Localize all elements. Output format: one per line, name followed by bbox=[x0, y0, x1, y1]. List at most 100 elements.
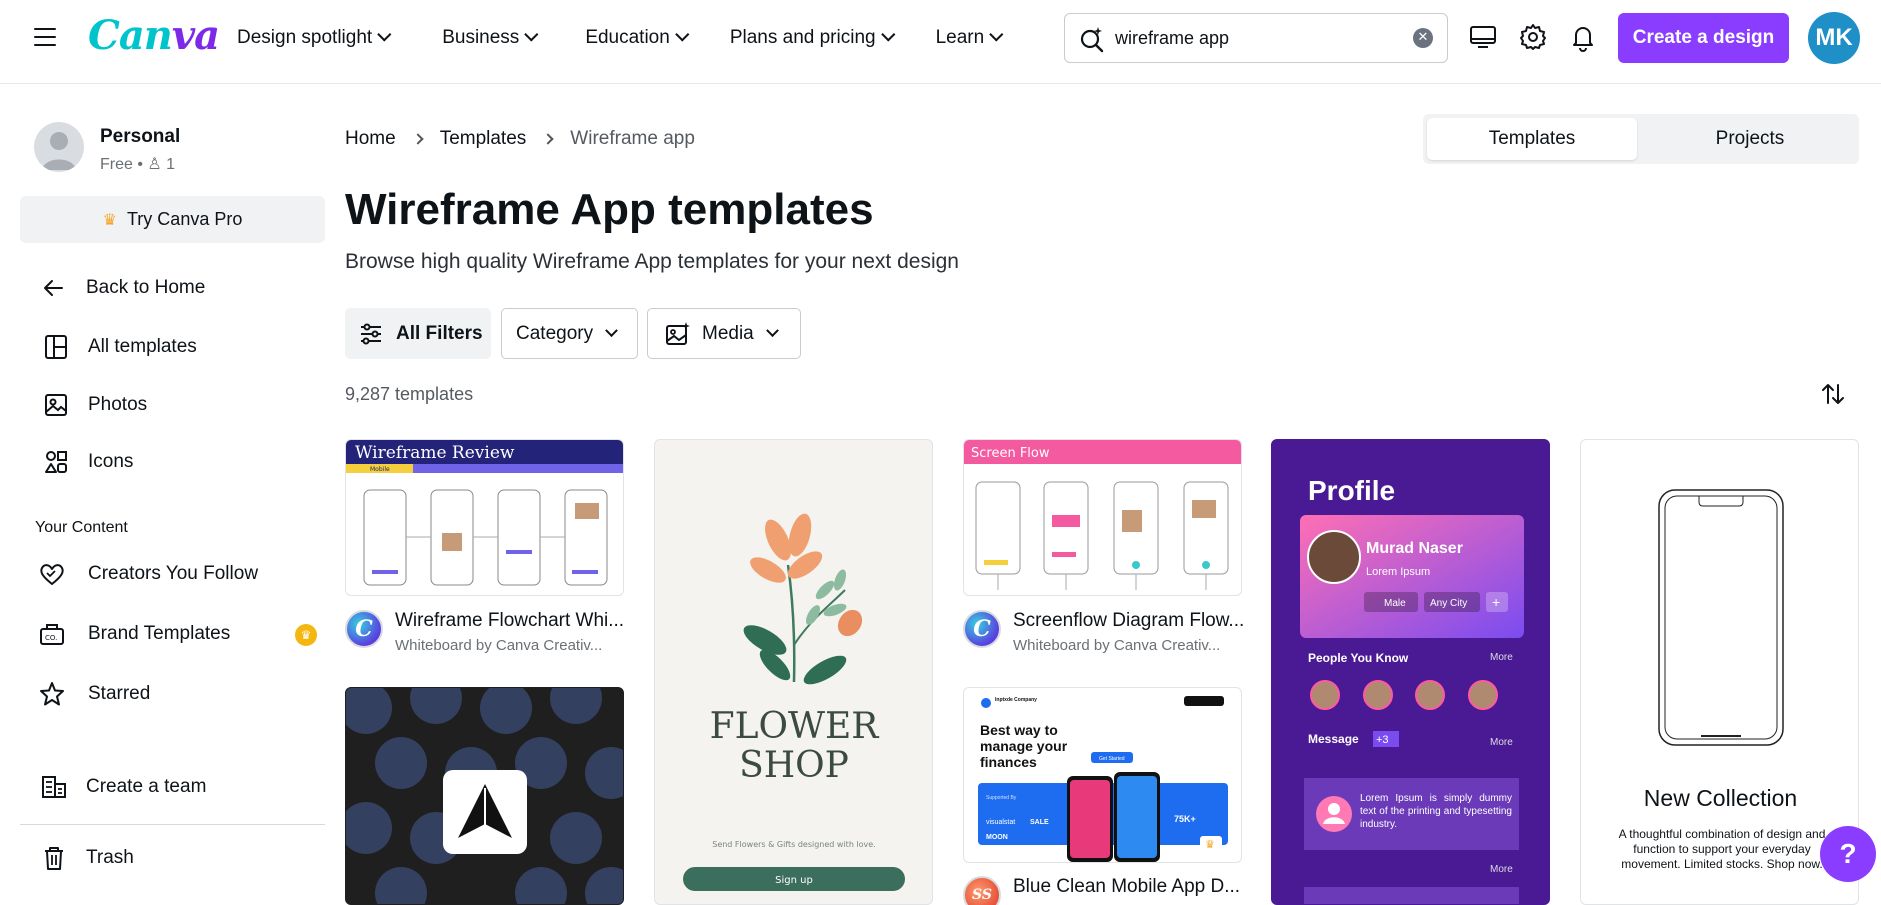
svg-text:visualstat: visualstat bbox=[986, 819, 1015, 826]
nav-business[interactable]: Business bbox=[442, 24, 539, 52]
create-design-button[interactable]: Create a design bbox=[1618, 13, 1789, 63]
arrow-left-icon bbox=[44, 280, 63, 296]
user-avatar[interactable]: MK bbox=[1808, 12, 1860, 64]
team-icon bbox=[42, 776, 66, 798]
main-nav: Design spotlight Business Education Plan… bbox=[237, 24, 1004, 52]
breadcrumb-home[interactable]: Home bbox=[345, 128, 396, 150]
account-name[interactable]: Personal bbox=[100, 126, 180, 148]
help-button[interactable]: ? bbox=[1820, 826, 1876, 882]
sidebar-item-starred[interactable]: Starred bbox=[38, 680, 150, 708]
sidebar-divider bbox=[20, 824, 325, 825]
clear-search-icon[interactable]: ✕ bbox=[1413, 28, 1433, 48]
menu-icon[interactable] bbox=[34, 28, 56, 48]
svg-text:Send Flowers & Gifts designed: Send Flowers & Gifts designed with love. bbox=[712, 840, 876, 849]
trash-icon bbox=[45, 847, 63, 870]
sidebar-item-label: Creators You Follow bbox=[88, 563, 259, 584]
templates-icon bbox=[45, 335, 67, 359]
sort-icon[interactable] bbox=[1820, 381, 1846, 407]
template-card-profile[interactable]: Profile Murad Naser Lorem Ipsum Male Any… bbox=[1271, 439, 1550, 905]
svg-text:Murad Naser: Murad Naser bbox=[1366, 540, 1463, 557]
template-card-dark-app[interactable] bbox=[345, 687, 624, 905]
account-avatar[interactable] bbox=[34, 122, 84, 172]
screenflow-thumbnail: Screen Flow bbox=[964, 440, 1241, 590]
try-pro-label: Try Canva Pro bbox=[126, 209, 243, 229]
sidebar-item-icons[interactable]: Icons bbox=[42, 448, 133, 476]
nav-design-spotlight[interactable]: Design spotlight bbox=[237, 24, 392, 52]
template-card-flower-shop[interactable]: FLOWER SHOP Send Flowers & Gifts designe… bbox=[654, 439, 933, 905]
svg-text:75K+: 75K+ bbox=[1174, 814, 1196, 824]
sidebar-item-label: Trash bbox=[86, 847, 134, 868]
card-meta-blue-clean-app[interactable]: SS Blue Clean Mobile App D... bbox=[963, 876, 1243, 905]
svg-text:Wireframe Review: Wireframe Review bbox=[355, 443, 515, 463]
svg-text:Inptxde Company: Inptxde Company bbox=[995, 697, 1037, 703]
card-author: Whiteboard by Canva Creativ... bbox=[395, 637, 603, 654]
flower-shop-thumbnail: FLOWER SHOP Send Flowers & Gifts designe… bbox=[683, 513, 905, 891]
sidebar-item-trash[interactable]: Trash bbox=[40, 844, 134, 872]
category-dropdown[interactable]: Category bbox=[501, 308, 638, 359]
svg-text:More: More bbox=[1490, 737, 1513, 748]
creator-avatar: SS bbox=[963, 876, 1001, 905]
svg-text:Message: Message bbox=[1308, 732, 1359, 746]
template-card-screenflow[interactable]: Screen Flow bbox=[963, 439, 1242, 596]
chevron-down-icon bbox=[377, 27, 392, 42]
breadcrumb-templates[interactable]: Templates bbox=[440, 128, 527, 150]
tab-projects[interactable]: Projects bbox=[1645, 118, 1855, 160]
chevron-right-icon bbox=[412, 133, 424, 145]
sidebar-item-photos[interactable]: Photos bbox=[42, 391, 147, 419]
card-title: Screenflow Diagram Flow... bbox=[1013, 610, 1245, 631]
chevron-down-icon bbox=[765, 324, 779, 338]
sidebar-item-create-team[interactable]: Create a team bbox=[40, 773, 206, 801]
search-input[interactable] bbox=[1115, 22, 1405, 54]
media-dropdown[interactable]: Media bbox=[647, 308, 801, 359]
card-title: Blue Clean Mobile App D... bbox=[1013, 876, 1241, 897]
svg-text:MOON: MOON bbox=[986, 834, 1008, 841]
breadcrumb-current: Wireframe app bbox=[570, 128, 695, 149]
try-canva-pro-button[interactable]: ♛ Try Canva Pro bbox=[20, 196, 325, 243]
all-filters-button[interactable]: All Filters bbox=[345, 308, 491, 359]
chevron-down-icon bbox=[989, 27, 1004, 42]
template-card-blue-clean-app[interactable]: Inptxde Company Best way to manage your … bbox=[963, 687, 1242, 863]
chevron-down-icon bbox=[524, 27, 539, 42]
card-meta-wireframe-flowchart[interactable]: C Wireframe Flowchart Whi... Whiteboard … bbox=[345, 610, 625, 660]
sidebar-item-back-home[interactable]: Back to Home bbox=[40, 274, 205, 302]
svg-text:manage your: manage your bbox=[980, 738, 1068, 754]
template-card-new-collection[interactable]: New Collection A thoughtful combination … bbox=[1580, 439, 1859, 905]
search-box: ✕ bbox=[1064, 13, 1448, 63]
sidebar-item-brand-templates[interactable]: CO. Brand Templates bbox=[38, 620, 230, 648]
svg-text:More: More bbox=[1490, 864, 1513, 875]
card-meta-screenflow[interactable]: C Screenflow Diagram Flow... Whiteboard … bbox=[963, 610, 1245, 660]
collection-description: A thoughtful combination of design and f… bbox=[1618, 827, 1826, 871]
desktop-icon[interactable] bbox=[1468, 22, 1498, 52]
breadcrumb: Home Templates Wireframe app bbox=[345, 128, 695, 150]
sidebar-item-all-templates[interactable]: All templates bbox=[42, 333, 197, 361]
nav-learn[interactable]: Learn bbox=[936, 24, 1004, 52]
sidebar-item-label: Starred bbox=[88, 683, 151, 704]
svg-text:People You Know: People You Know bbox=[1308, 651, 1409, 665]
finance-app-thumbnail: Inptxde Company Best way to manage your … bbox=[978, 696, 1228, 862]
bell-icon[interactable] bbox=[1568, 22, 1598, 52]
filters-icon bbox=[361, 323, 381, 344]
template-card-wireframe-flowchart[interactable]: Wireframe Review Mobile bbox=[345, 439, 624, 596]
canva-creative-avatar: C bbox=[345, 610, 383, 648]
tab-templates[interactable]: Templates bbox=[1427, 118, 1637, 160]
svg-text:Sign up: Sign up bbox=[775, 875, 813, 886]
svg-text:finances: finances bbox=[980, 754, 1037, 770]
gear-icon[interactable] bbox=[1518, 22, 1548, 52]
person-icon bbox=[42, 132, 76, 170]
svg-text:More: More bbox=[1490, 652, 1513, 663]
canva-logo[interactable]: Canva bbox=[88, 12, 220, 59]
chevron-down-icon bbox=[880, 27, 895, 42]
media-label: Media bbox=[702, 322, 754, 344]
svg-text:Supported By: Supported By bbox=[986, 795, 1017, 801]
shapes-icon bbox=[45, 451, 67, 473]
template-count: 9,287 templates bbox=[345, 384, 474, 404]
sidebar: Personal Free • ♙ 1 ♛ Try Canva Pro Back… bbox=[0, 84, 340, 905]
svg-text:♛: ♛ bbox=[1205, 838, 1215, 851]
nav-plans-pricing[interactable]: Plans and pricing bbox=[730, 24, 895, 52]
crown-badge-icon: ♛ bbox=[295, 624, 317, 646]
dark-pattern-thumbnail bbox=[346, 688, 623, 904]
chevron-down-icon bbox=[675, 27, 690, 42]
sidebar-item-creators-you-follow[interactable]: Creators You Follow bbox=[38, 560, 258, 588]
nav-education[interactable]: Education bbox=[585, 24, 690, 52]
account-plan: Free • ♙ 1 bbox=[100, 156, 176, 173]
